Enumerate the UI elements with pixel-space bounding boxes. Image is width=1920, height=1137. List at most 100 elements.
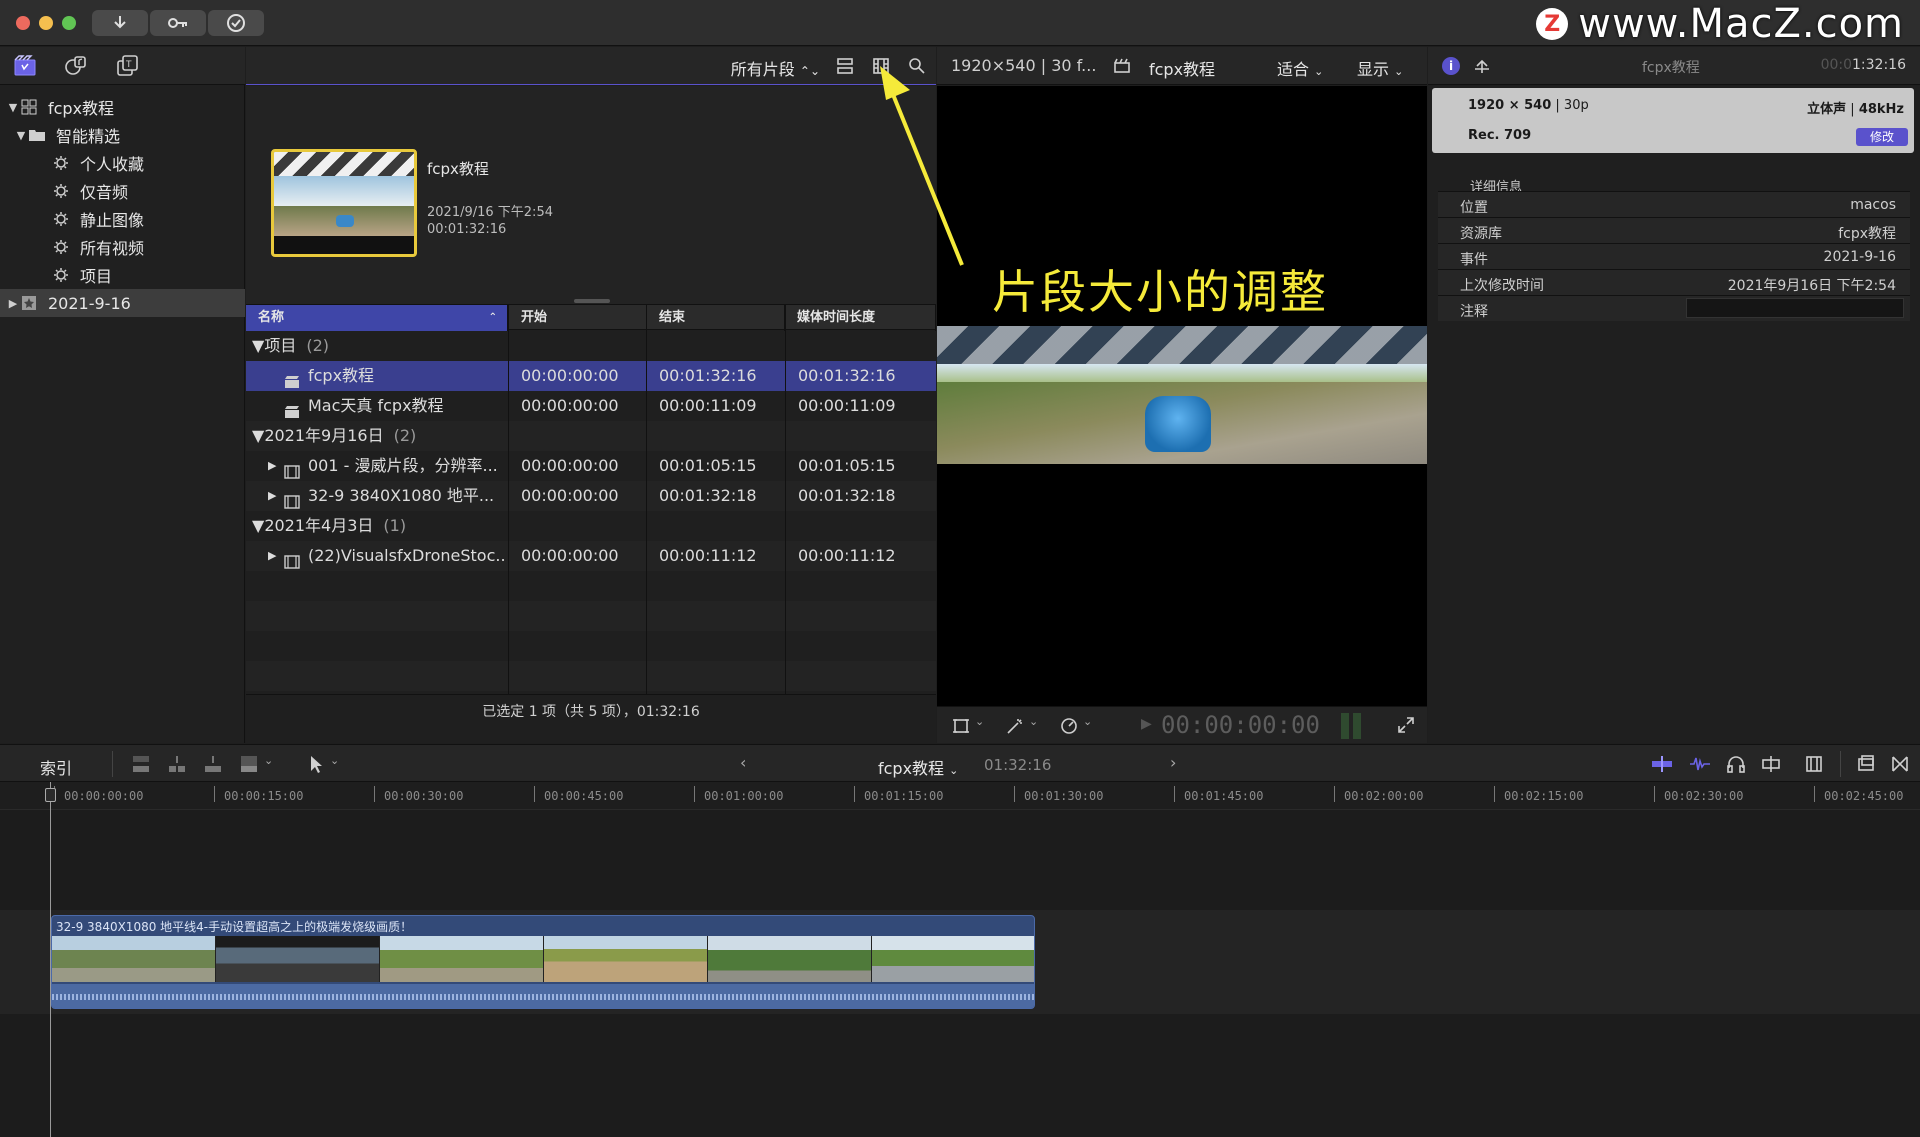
- viewer-timecode: 00:00:00:00: [1161, 711, 1320, 739]
- close-window-button[interactable]: [16, 16, 30, 30]
- disclosure-triangle-icon[interactable]: ▼: [14, 129, 28, 142]
- chevron-down-icon[interactable]: ⌄: [975, 715, 984, 728]
- column-duration[interactable]: 媒体时间长度: [785, 305, 936, 331]
- group-header-row[interactable]: ▼项目 (2): [246, 331, 936, 361]
- photos-audio-icon[interactable]: [63, 54, 87, 78]
- disclosure-triangle-icon[interactable]: ▼: [252, 516, 264, 535]
- transform-icon[interactable]: [951, 716, 971, 736]
- play-icon[interactable]: ▶: [1141, 716, 1152, 732]
- viewer-toolbar: 1920×540 | 30 f... fcpx教程 适合 ⌄ 显示 ⌄: [937, 47, 1427, 85]
- import-button[interactable]: [92, 10, 148, 36]
- clip-end: 00:01:32:16: [659, 366, 757, 385]
- clip-duration: 00:01:05:15: [798, 456, 896, 475]
- inspector-panel: 1920 × 540 | 30p 立体声 | 48kHz Rec. 709 修改…: [1428, 86, 1920, 743]
- disclosure-triangle-icon[interactable]: ▶: [268, 541, 276, 571]
- property-row: 位置 macos: [1438, 191, 1910, 217]
- headphones-icon[interactable]: [1726, 754, 1746, 774]
- clip-appearance-icon[interactable]: [834, 55, 856, 77]
- modify-button[interactable]: 修改: [1856, 128, 1908, 146]
- forward-arrow-icon[interactable]: ›: [1170, 753, 1176, 772]
- clip-row[interactable]: ▶ 32-9 3840X1080 地平... 00:00:00:00 00:01:32…: [246, 481, 936, 511]
- project-thumbnail[interactable]: [271, 149, 417, 257]
- disclosure-triangle-icon[interactable]: ▼: [6, 101, 20, 114]
- ruler-tick: [374, 786, 375, 802]
- timeline-ruler[interactable]: 00:00:00:00 00:00:15:00 00:00:30:00 00:00:4…: [0, 782, 1920, 810]
- zoom-window-button[interactable]: [62, 16, 76, 30]
- clip-appearance-icon[interactable]: [1804, 754, 1824, 774]
- clip-name: (22)VisualsfxDroneStoc...: [308, 546, 504, 565]
- select-tool-icon[interactable]: [306, 753, 326, 775]
- titles-generators-icon[interactable]: T: [115, 54, 139, 78]
- chevron-down-icon[interactable]: ⌄: [330, 754, 339, 767]
- column-end[interactable]: 结束: [647, 305, 785, 331]
- sidebar-item-label: 所有视频: [80, 239, 145, 258]
- minimize-window-button[interactable]: [39, 16, 53, 30]
- enhance-wand-icon[interactable]: [1005, 716, 1025, 736]
- snapping-icon[interactable]: [1760, 754, 1782, 774]
- filmstrip-date: 2021/9/16 下午2:54: [427, 205, 553, 220]
- disclosure-triangle-icon[interactable]: ▼: [252, 336, 264, 355]
- clip-filter-menu[interactable]: 所有片段 ⌃⌄: [731, 56, 820, 80]
- connect-icon[interactable]: [130, 753, 152, 775]
- sidebar-item[interactable]: 项目: [0, 261, 245, 289]
- view-menu[interactable]: 显示 ⌄: [1357, 56, 1403, 80]
- transitions-browser-icon[interactable]: [1890, 754, 1910, 774]
- sidebar-item[interactable]: 所有视频: [0, 233, 245, 261]
- sidebar-item-label: 仅音频: [80, 183, 129, 202]
- index-button[interactable]: 索引: [40, 755, 72, 779]
- clip-row[interactable]: ▶ 001 - 漫威片段，分辨率... 00:00:00:00 00:01:05:15…: [246, 451, 936, 481]
- chevron-down-icon[interactable]: ⌄: [264, 754, 273, 767]
- keywords-button[interactable]: [150, 10, 206, 36]
- info-icon[interactable]: i: [1442, 57, 1460, 75]
- disclosure-triangle-icon[interactable]: ▶: [6, 297, 20, 310]
- share-icon[interactable]: [1472, 56, 1492, 76]
- timeline-clip[interactable]: 32-9 3840X1080 地平线4-手动设置超高之上的极端发烧级画质！: [51, 915, 1035, 1009]
- group-name: 项目: [264, 336, 297, 355]
- disclosure-triangle-icon[interactable]: ▶: [268, 481, 276, 511]
- clip-row[interactable]: fcpx教程 00:00:00:00 00:01:32:16 00:01:32:16: [246, 361, 936, 391]
- column-start[interactable]: 开始: [509, 305, 647, 331]
- background-tasks-button[interactable]: [208, 10, 264, 36]
- chevron-down-icon[interactable]: ⌄: [1029, 715, 1038, 728]
- sidebar-item[interactable]: ▼ fcpx教程: [0, 93, 245, 121]
- sidebar-item[interactable]: ▼ 智能精选: [0, 121, 245, 149]
- ruler-tick: [1654, 786, 1655, 802]
- property-row: 上次修改时间 2021年9月16日 下午2:54: [1438, 269, 1910, 295]
- back-arrow-icon[interactable]: ‹: [740, 753, 746, 772]
- disclosure-triangle-icon[interactable]: ▼: [252, 426, 264, 445]
- sidebar-item-label: 2021-9-16: [48, 293, 131, 313]
- column-name[interactable]: 名称 ⌃: [246, 305, 508, 331]
- clip-start: 00:00:00:00: [521, 396, 619, 415]
- libraries-icon[interactable]: [13, 54, 37, 78]
- sidebar-item[interactable]: ▶ 2021-9-16: [0, 289, 245, 317]
- sidebar-item[interactable]: 静止图像: [0, 205, 245, 233]
- insert-icon[interactable]: [166, 753, 188, 775]
- sidebar-item[interactable]: 仅音频: [0, 177, 245, 205]
- group-header-row[interactable]: ▼2021年9月16日 (2): [246, 421, 936, 451]
- effects-browser-icon[interactable]: [1856, 754, 1876, 774]
- skimming-icon[interactable]: [1650, 754, 1674, 774]
- fullscreen-icon[interactable]: [1397, 716, 1415, 734]
- clip-row[interactable]: ▶ (22)VisualsfxDroneStoc... 00:00:00:00 00:…: [246, 541, 936, 571]
- clip-row[interactable]: Mac天真 fcpx教程 00:00:00:00 00:00:11:09 00:00:…: [246, 391, 936, 421]
- clip-name: Mac天真 fcpx教程: [308, 396, 444, 415]
- playhead-handle[interactable]: [45, 788, 56, 802]
- timeline-project-menu[interactable]: fcpx教程 ⌄: [878, 755, 958, 779]
- property-key: 上次修改时间: [1460, 278, 1544, 294]
- sidebar-item[interactable]: 个人收藏: [0, 149, 245, 177]
- retime-icon[interactable]: [1059, 716, 1079, 736]
- group-header-row[interactable]: ▼2021年4月3日 (1): [246, 511, 936, 541]
- viewer-canvas[interactable]: [937, 86, 1427, 706]
- playhead[interactable]: [50, 782, 51, 1137]
- group-name: 2021年9月16日: [264, 426, 384, 445]
- zoom-menu[interactable]: 适合 ⌄: [1277, 56, 1323, 80]
- append-icon[interactable]: [202, 753, 224, 775]
- disclosure-triangle-icon[interactable]: ▶: [268, 451, 276, 481]
- film-icon: [284, 495, 300, 509]
- chevron-down-icon[interactable]: ⌄: [1083, 715, 1092, 728]
- audio-skimming-icon[interactable]: [1688, 754, 1712, 774]
- timeline-canvas[interactable]: 32-9 3840X1080 地平线4-手动设置超高之上的极端发烧级画质！: [0, 810, 1920, 1137]
- notes-field[interactable]: [1686, 298, 1904, 318]
- overwrite-icon[interactable]: [238, 753, 260, 775]
- split-handle[interactable]: [574, 299, 610, 303]
